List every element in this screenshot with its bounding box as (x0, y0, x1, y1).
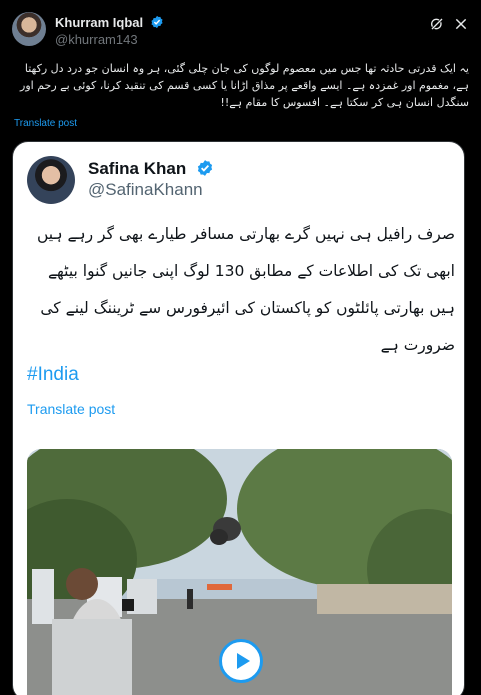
close-icon[interactable] (453, 16, 469, 32)
translate-post-link[interactable]: Translate post (14, 118, 77, 129)
quoted-author-name-row[interactable]: Safina Khan (88, 159, 214, 179)
verified-badge-icon (151, 15, 163, 29)
play-button[interactable] (219, 639, 263, 683)
quoted-author-handle[interactable]: @SafinaKhann (88, 180, 203, 200)
post-header: Khurram Iqbal @khurram143 (12, 12, 469, 48)
quoted-post-text: صرف رافیل ہی نہیں گرے بھارتی مسافر طیارے… (36, 225, 455, 354)
verified-badge-icon (197, 160, 213, 176)
quoted-author-avatar[interactable] (27, 156, 75, 204)
grok-icon[interactable] (429, 16, 445, 32)
quoted-translate-post-link[interactable]: Translate post (27, 401, 115, 417)
hashtag-link[interactable]: #India (27, 364, 79, 386)
author-handle[interactable]: @khurram143 (55, 32, 138, 47)
post-text: یہ ایک قدرتی حادثہ تھا جس میں معصوم لوگو… (20, 62, 469, 109)
play-icon (237, 653, 250, 669)
author-name-row[interactable]: Khurram Iqbal (55, 15, 164, 30)
quoted-post-card[interactable]: Safina Khan @SafinaKhann صرف رافیل ہی نہ… (12, 141, 465, 695)
author-name[interactable]: Khurram Iqbal (55, 15, 143, 30)
quoted-author-name[interactable]: Safina Khan (88, 159, 186, 178)
video-thumbnail[interactable] (27, 449, 452, 695)
post: Khurram Iqbal @khurram143 یہ ایک قدرتی ح… (0, 0, 481, 695)
author-avatar[interactable] (12, 12, 46, 46)
